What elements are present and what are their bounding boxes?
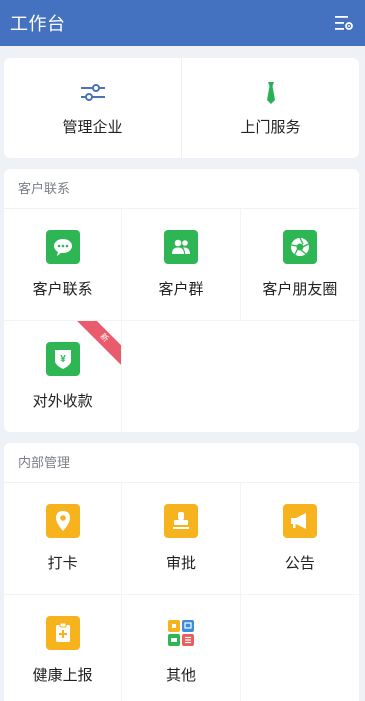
medical-report-icon bbox=[45, 616, 80, 650]
page-title: 工作台 bbox=[10, 14, 66, 34]
onsite-service-button[interactable]: 上门服务 bbox=[181, 58, 359, 158]
approval-label: 审批 bbox=[165, 555, 196, 572]
customer-contact-section: 客户联系 客户联系 客户群 客户朋友圈 ¥ 对外收款 新 bbox=[4, 169, 359, 432]
customer-contact-button[interactable]: 客户联系 bbox=[4, 209, 123, 321]
location-pin-icon bbox=[45, 504, 80, 538]
other-button[interactable]: 其他 bbox=[122, 595, 241, 701]
onsite-service-label: 上门服务 bbox=[240, 118, 301, 136]
internal-management-section: 内部管理 打卡 审批 公告 健康上报 其他 bbox=[4, 443, 359, 701]
health-report-label: 健康上报 bbox=[32, 667, 93, 684]
tie-icon bbox=[264, 80, 278, 106]
customer-moments-label: 客户朋友圈 bbox=[262, 281, 338, 298]
customer-moments-button[interactable]: 客户朋友圈 bbox=[240, 209, 359, 321]
external-payment-button[interactable]: ¥ 对外收款 新 bbox=[4, 321, 123, 432]
aperture-icon bbox=[282, 230, 317, 264]
health-report-button[interactable]: 健康上报 bbox=[4, 595, 123, 701]
chat-bubble-icon bbox=[45, 230, 80, 264]
top-actions-card: 管理企业 上门服务 bbox=[4, 58, 359, 158]
settings-filter-icon[interactable] bbox=[333, 12, 355, 34]
manage-company-label: 管理企业 bbox=[62, 118, 123, 136]
new-badge: 新 bbox=[71, 321, 122, 371]
clock-in-button[interactable]: 打卡 bbox=[4, 483, 123, 595]
customer-group-label: 客户群 bbox=[158, 281, 204, 298]
group-users-icon bbox=[163, 230, 198, 264]
manage-company-button[interactable]: 管理企业 bbox=[4, 58, 181, 158]
top-bar: 工作台 bbox=[0, 0, 365, 46]
new-badge-label: 新 bbox=[74, 321, 122, 368]
approval-button[interactable]: 审批 bbox=[122, 483, 241, 595]
stamp-icon bbox=[163, 504, 198, 538]
section-title-customer: 客户联系 bbox=[4, 169, 359, 209]
svg-text:¥: ¥ bbox=[60, 354, 66, 365]
app-grid-icon bbox=[164, 616, 198, 650]
section-title-internal: 内部管理 bbox=[4, 443, 359, 483]
external-payment-label: 对外收款 bbox=[32, 393, 93, 410]
customer-contact-label: 客户联系 bbox=[32, 281, 93, 298]
announcement-label: 公告 bbox=[284, 555, 315, 572]
megaphone-icon bbox=[282, 504, 317, 538]
customer-group-button[interactable]: 客户群 bbox=[122, 209, 241, 321]
announcement-button[interactable]: 公告 bbox=[240, 483, 359, 595]
sliders-icon bbox=[80, 80, 106, 106]
clock-in-label: 打卡 bbox=[47, 555, 78, 572]
other-label: 其他 bbox=[165, 667, 196, 684]
